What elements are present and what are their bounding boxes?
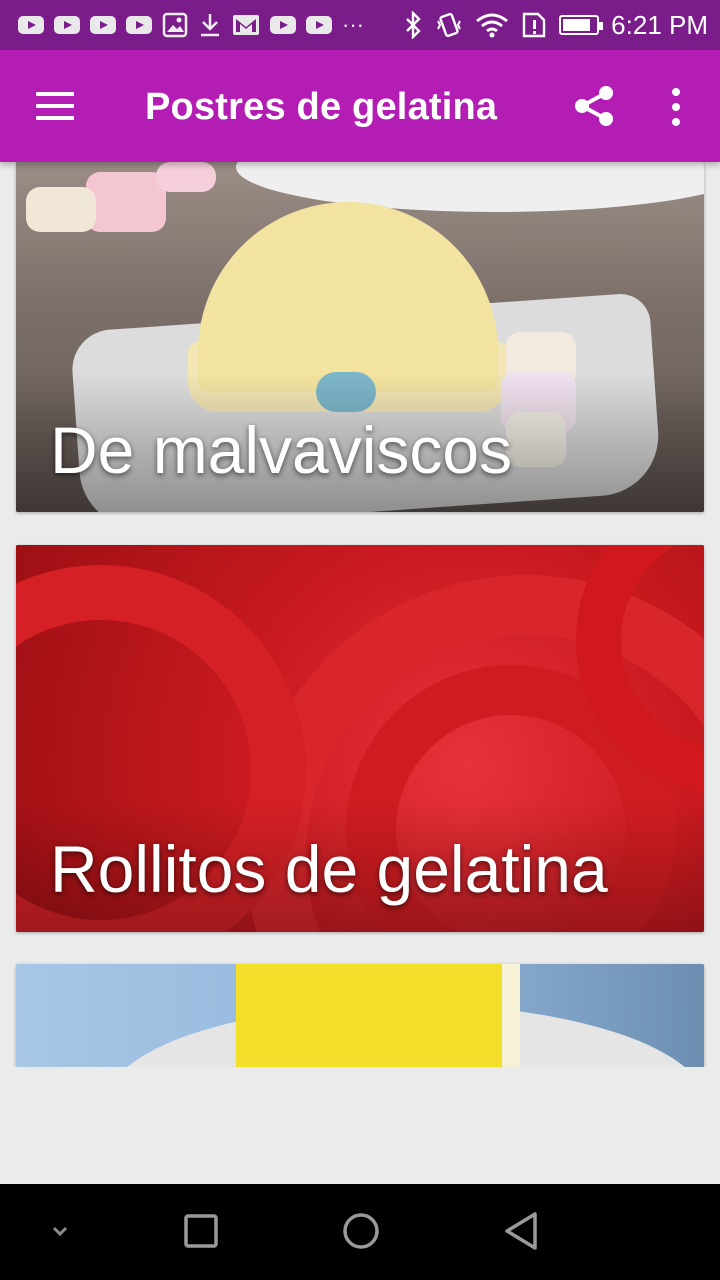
nav-home-button[interactable]	[331, 1202, 391, 1262]
youtube-notification-icon	[270, 16, 296, 34]
clock: 6:21 PM	[611, 9, 708, 40]
system-navigation-bar	[0, 1184, 720, 1280]
hamburger-menu-icon[interactable]	[36, 92, 76, 120]
marshmallow-shape	[86, 172, 166, 232]
download-icon	[201, 14, 219, 37]
nav-back-button[interactable]	[491, 1202, 551, 1262]
system-status: 6:21 PM	[403, 10, 708, 41]
youtube-notification-icon	[306, 16, 332, 34]
share-button[interactable]	[570, 82, 618, 130]
share-icon	[575, 86, 613, 126]
youtube-notification-icon	[54, 16, 80, 34]
recipe-title: Rollitos de gelatina	[50, 832, 608, 906]
gmail-icon	[233, 15, 259, 35]
overflow-menu-button[interactable]	[660, 86, 692, 128]
recipe-list[interactable]: De malvaviscos Rollitos de gelatina	[0, 162, 720, 1067]
more-vert-icon	[672, 88, 680, 126]
chevron-down-icon	[52, 1226, 68, 1237]
youtube-notification-icon	[126, 16, 152, 34]
recipe-card[interactable]: De malvaviscos	[16, 162, 704, 512]
battery-icon	[559, 15, 604, 35]
sim-alert-icon	[522, 12, 546, 38]
wifi-icon	[476, 13, 509, 38]
youtube-notification-icon	[90, 16, 116, 34]
marshmallow-shape	[26, 187, 96, 232]
marshmallow-shape	[156, 162, 216, 192]
vibrate-icon	[437, 12, 462, 38]
back-triangle-icon	[505, 1212, 537, 1250]
bluetooth-icon	[406, 11, 421, 39]
nav-collapse-button[interactable]	[30, 1202, 90, 1262]
recipe-image-dessert-side	[502, 964, 520, 1067]
recipe-image-dessert	[236, 964, 506, 1067]
notification-icons: ···	[18, 12, 364, 38]
recents-square-icon	[184, 1214, 218, 1248]
app-bar: Postres de gelatina	[0, 50, 720, 162]
recipe-card[interactable]: Rollitos de gelatina	[16, 545, 704, 932]
gallery-icon	[162, 12, 188, 38]
youtube-notification-icon	[18, 16, 44, 34]
more-notifications-indicator: ···	[342, 12, 364, 37]
home-circle-icon	[343, 1213, 379, 1249]
status-bar: ··· 6:21 PM	[0, 0, 720, 50]
app-title: Postres de gelatina	[145, 86, 498, 128]
recipe-title: De malvaviscos	[50, 413, 513, 487]
recipe-card[interactable]	[16, 964, 704, 1067]
nav-recents-button[interactable]	[171, 1202, 231, 1262]
